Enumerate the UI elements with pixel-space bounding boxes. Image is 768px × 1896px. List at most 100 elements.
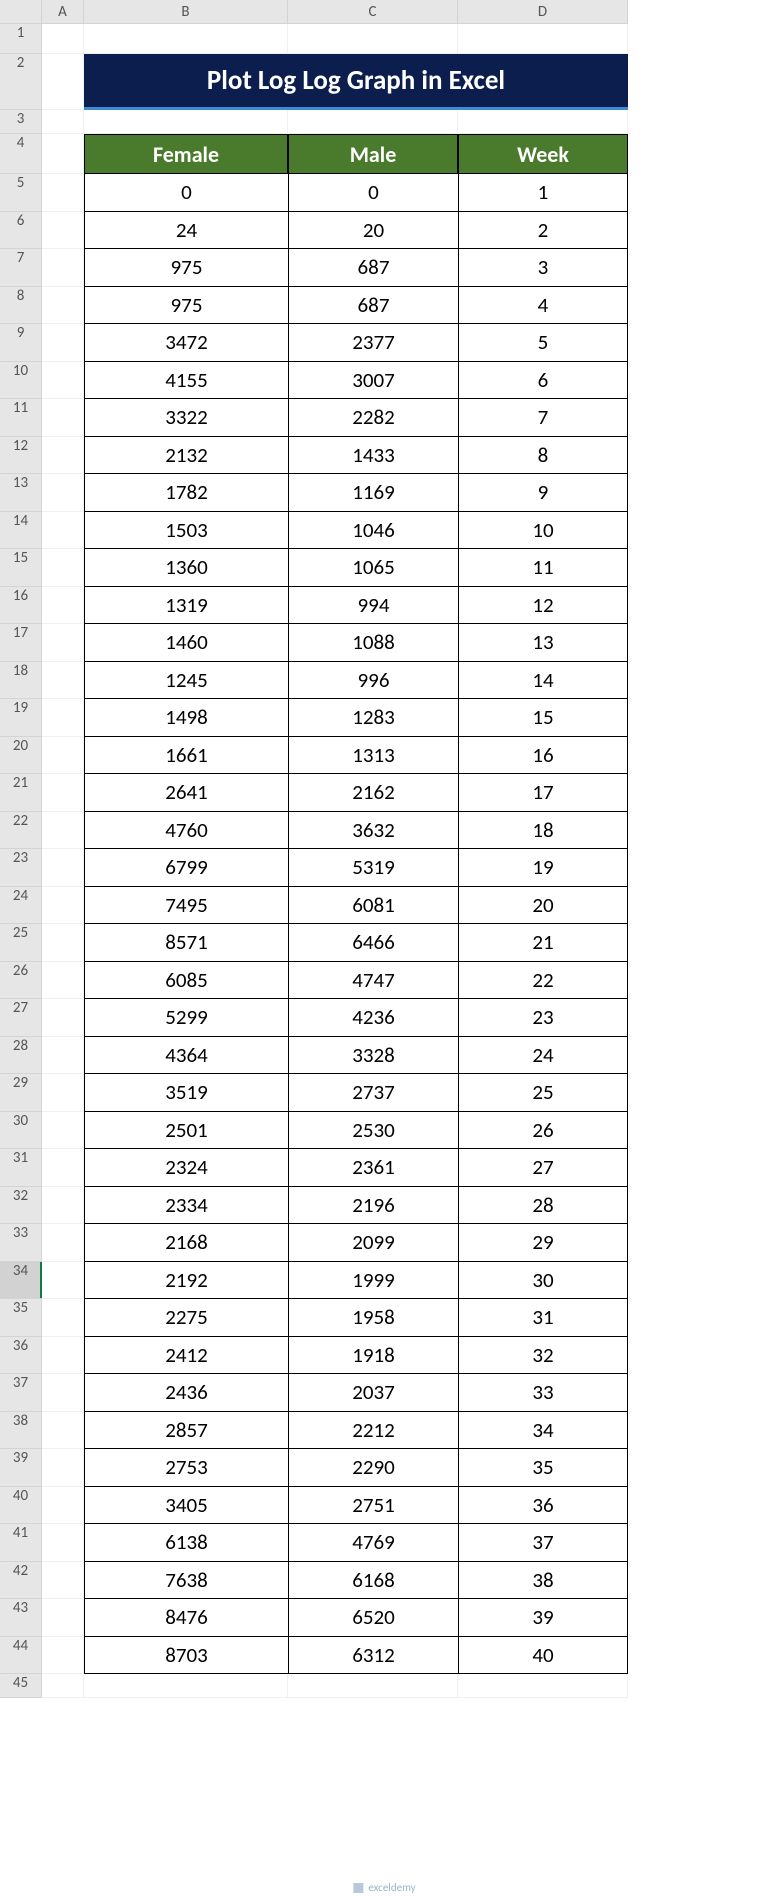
- cell[interactable]: [458, 24, 628, 54]
- table-cell[interactable]: 24: [84, 212, 288, 250]
- row-header[interactable]: 35: [0, 1299, 42, 1337]
- table-cell[interactable]: 6520: [288, 1599, 458, 1637]
- table-cell[interactable]: 2037: [288, 1374, 458, 1412]
- table-cell[interactable]: 39: [458, 1599, 628, 1637]
- col-header-a[interactable]: A: [42, 0, 84, 24]
- table-cell[interactable]: 2282: [288, 399, 458, 437]
- row-header[interactable]: 25: [0, 924, 42, 962]
- table-cell[interactable]: 3519: [84, 1074, 288, 1112]
- row-header[interactable]: 31: [0, 1149, 42, 1187]
- table-cell[interactable]: 32: [458, 1337, 628, 1375]
- cell[interactable]: [84, 1674, 288, 1698]
- table-cell[interactable]: 29: [458, 1224, 628, 1262]
- row-header[interactable]: 8: [0, 287, 42, 325]
- table-cell[interactable]: 3632: [288, 812, 458, 850]
- col-header-b[interactable]: B: [84, 0, 288, 24]
- row-header[interactable]: 14: [0, 512, 42, 550]
- cell[interactable]: [42, 999, 84, 1037]
- cell[interactable]: [42, 662, 84, 700]
- select-all-corner[interactable]: [0, 0, 42, 24]
- table-cell[interactable]: 24: [458, 1037, 628, 1075]
- table-cell[interactable]: 2361: [288, 1149, 458, 1187]
- table-cell[interactable]: 2641: [84, 774, 288, 812]
- cell[interactable]: [84, 110, 288, 134]
- table-cell[interactable]: 3328: [288, 1037, 458, 1075]
- table-cell[interactable]: 1503: [84, 512, 288, 550]
- table-cell[interactable]: 0: [288, 174, 458, 212]
- row-header[interactable]: 39: [0, 1449, 42, 1487]
- table-cell[interactable]: 2377: [288, 324, 458, 362]
- row-header[interactable]: 43: [0, 1599, 42, 1637]
- table-cell[interactable]: 33: [458, 1374, 628, 1412]
- table-cell[interactable]: 2501: [84, 1112, 288, 1150]
- table-cell[interactable]: 23: [458, 999, 628, 1037]
- row-header[interactable]: 27: [0, 999, 42, 1037]
- table-cell[interactable]: 4769: [288, 1524, 458, 1562]
- table-cell[interactable]: 11: [458, 549, 628, 587]
- row-header[interactable]: 1: [0, 24, 42, 54]
- table-cell[interactable]: 2212: [288, 1412, 458, 1450]
- row-header[interactable]: 26: [0, 962, 42, 1000]
- cell[interactable]: [42, 54, 84, 110]
- table-cell[interactable]: 37: [458, 1524, 628, 1562]
- table-cell[interactable]: 2192: [84, 1262, 288, 1300]
- cell[interactable]: [42, 1149, 84, 1187]
- row-header[interactable]: 36: [0, 1337, 42, 1375]
- table-cell[interactable]: 975: [84, 287, 288, 325]
- table-cell[interactable]: 2530: [288, 1112, 458, 1150]
- cell[interactable]: [288, 24, 458, 54]
- table-cell[interactable]: 14: [458, 662, 628, 700]
- table-cell[interactable]: 25: [458, 1074, 628, 1112]
- row-header[interactable]: 7: [0, 249, 42, 287]
- cell[interactable]: [42, 1637, 84, 1675]
- cell[interactable]: [42, 1299, 84, 1337]
- cell[interactable]: [42, 1524, 84, 1562]
- cell[interactable]: [84, 24, 288, 54]
- table-cell[interactable]: 2099: [288, 1224, 458, 1262]
- row-header[interactable]: 37: [0, 1374, 42, 1412]
- table-cell[interactable]: 17: [458, 774, 628, 812]
- row-header[interactable]: 2: [0, 54, 42, 110]
- cell[interactable]: [42, 1187, 84, 1225]
- cell[interactable]: [42, 737, 84, 775]
- cell[interactable]: [42, 287, 84, 325]
- table-cell[interactable]: 2168: [84, 1224, 288, 1262]
- table-cell[interactable]: 7: [458, 399, 628, 437]
- row-header[interactable]: 40: [0, 1487, 42, 1525]
- table-header-week[interactable]: Week: [458, 134, 628, 174]
- cell[interactable]: [42, 1412, 84, 1450]
- cell[interactable]: [42, 399, 84, 437]
- table-cell[interactable]: 1065: [288, 549, 458, 587]
- row-header[interactable]: 10: [0, 362, 42, 400]
- row-header[interactable]: 16: [0, 587, 42, 625]
- cell[interactable]: [42, 1562, 84, 1600]
- cell[interactable]: [42, 1599, 84, 1637]
- table-cell[interactable]: 22: [458, 962, 628, 1000]
- table-cell[interactable]: 6138: [84, 1524, 288, 1562]
- table-cell[interactable]: 12: [458, 587, 628, 625]
- table-cell[interactable]: 6: [458, 362, 628, 400]
- table-cell[interactable]: 4364: [84, 1037, 288, 1075]
- table-cell[interactable]: 2290: [288, 1449, 458, 1487]
- table-cell[interactable]: 20: [288, 212, 458, 250]
- table-cell[interactable]: 20: [458, 887, 628, 925]
- table-cell[interactable]: 30: [458, 1262, 628, 1300]
- table-cell[interactable]: 34: [458, 1412, 628, 1450]
- table-cell[interactable]: 975: [84, 249, 288, 287]
- table-cell[interactable]: 7495: [84, 887, 288, 925]
- cell[interactable]: [42, 1449, 84, 1487]
- cell[interactable]: [42, 24, 84, 54]
- cell[interactable]: [42, 587, 84, 625]
- row-header[interactable]: 6: [0, 212, 42, 250]
- table-cell[interactable]: 40: [458, 1637, 628, 1675]
- row-header[interactable]: 20: [0, 737, 42, 775]
- table-cell[interactable]: 4: [458, 287, 628, 325]
- table-cell[interactable]: 6081: [288, 887, 458, 925]
- row-header[interactable]: 18: [0, 662, 42, 700]
- table-cell[interactable]: 10: [458, 512, 628, 550]
- table-cell[interactable]: 19: [458, 849, 628, 887]
- cell[interactable]: [42, 174, 84, 212]
- cell[interactable]: [42, 549, 84, 587]
- table-cell[interactable]: 1: [458, 174, 628, 212]
- cell[interactable]: [458, 110, 628, 134]
